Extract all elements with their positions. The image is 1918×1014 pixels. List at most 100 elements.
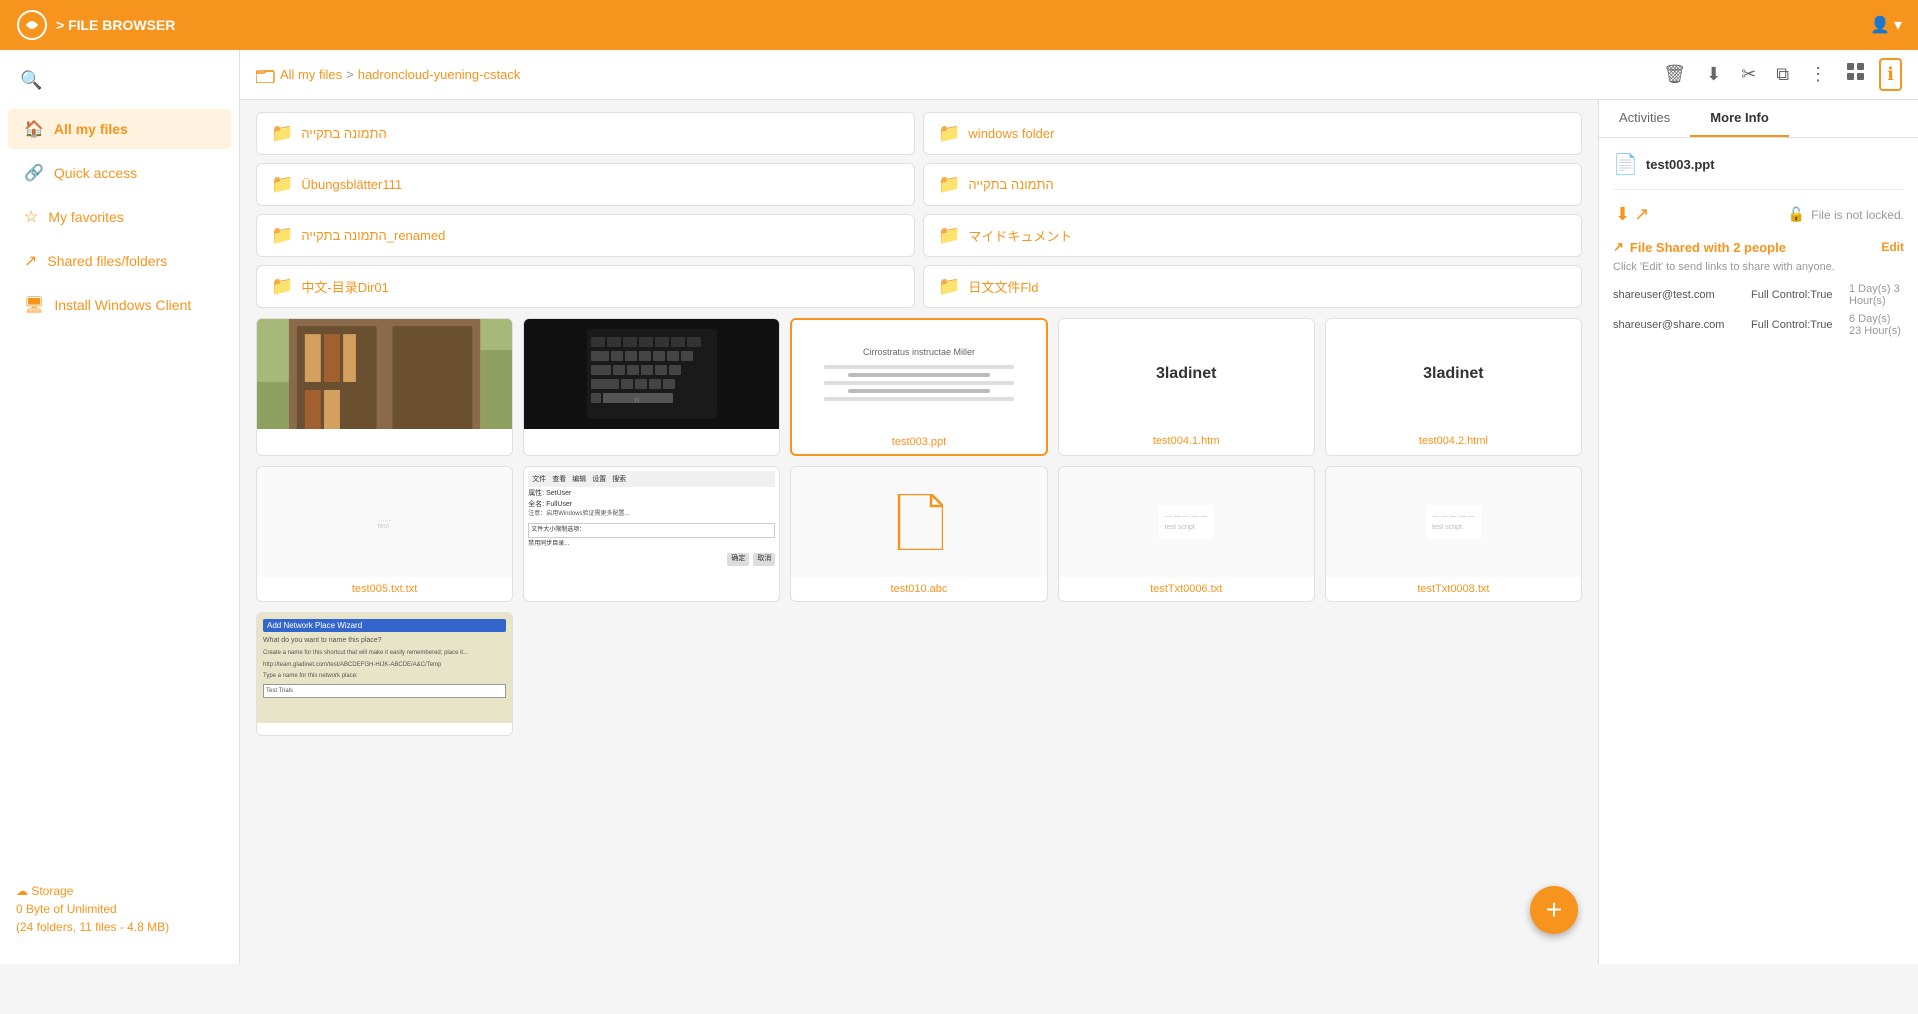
share-section-title: File Shared with 2 people [1630, 240, 1786, 255]
file-name [648, 429, 656, 441]
grid-view-button[interactable] [1841, 59, 1871, 90]
file-thumbnail-txttxt6: — — — — — test script [1059, 467, 1314, 577]
more-button[interactable]: ⋮ [1803, 60, 1833, 89]
user-chevron-icon: ▾ [1894, 15, 1902, 35]
fab-add-button[interactable]: + [1530, 886, 1578, 934]
file-name-chinese [648, 577, 656, 589]
quick-access-icon: 🔗 [24, 163, 44, 183]
share-people-icon: ↗ [1613, 239, 1624, 255]
file-name-test003: test003.ppt [888, 430, 950, 454]
folder-item[interactable]: 📁 マイドキュメント [923, 214, 1582, 257]
file-item-chinese[interactable]: 文件查看编辑设置搜索 属性: SetUser 全名: FullUser 注意：启… [523, 466, 780, 602]
info-file-name: test003.ppt [1646, 157, 1715, 172]
copy-button[interactable]: ⧉ [1770, 60, 1795, 89]
sidebar-label-quick-access: Quick access [54, 165, 137, 181]
file-name [381, 429, 389, 441]
folder-item[interactable]: 📁 中文-目录Dir01 [256, 265, 915, 308]
folder-item[interactable]: 📁 התמונה בתקייה [256, 112, 915, 155]
file-item-dialog[interactable]: Add Network Place Wizard What do you wan… [256, 612, 513, 736]
home-icon: 🏠 [24, 119, 44, 139]
breadcrumb-separator: > [346, 67, 354, 82]
file-item[interactable] [256, 318, 513, 456]
storage-info: (24 folders, 11 files - 4.8 MB) [16, 918, 223, 936]
folder-grid: 📁 התמונה בתקייה 📁 windows folder 📁 Übung… [256, 112, 1582, 308]
info-button[interactable]: ℹ [1879, 58, 1902, 91]
main-area: All my files > hadroncloud-yuening-cstac… [240, 50, 1918, 964]
folder-item[interactable]: 📁 התמונה בתקייה [923, 163, 1582, 206]
share-time-2: 6 Day(s) 23 Hour(s) [1849, 313, 1904, 337]
share-edit-link[interactable]: Edit [1881, 240, 1904, 254]
info-file-icon: 📄 [1613, 152, 1638, 177]
lock-status: File is not locked. [1811, 208, 1904, 222]
cut-button[interactable]: ✂ [1735, 60, 1762, 89]
header-user[interactable]: 👤 ▾ [1870, 15, 1902, 35]
folder-name: התמונה בתקייה [968, 177, 1053, 192]
folder-name: התמונה בתקייה_renamed [301, 228, 445, 243]
breadcrumb-root[interactable]: All my files [280, 67, 342, 82]
file-name-test004-2: test004.2.html [1415, 429, 1492, 453]
share-time-1: 1 Day(s) 3 Hour(s) [1849, 283, 1904, 307]
info-panel: Activities More Info 📄 test003.ppt ⬇ ↗ � [1598, 100, 1918, 964]
delete-button[interactable]: 🗑 [1657, 60, 1692, 89]
folder-item[interactable]: 📁 התמונה בתקייה_renamed [256, 214, 915, 257]
header: > FILE BROWSER 👤 ▾ [0, 0, 1918, 50]
share-email-1: shareuser@test.com [1613, 289, 1743, 301]
folder-icon: 📁 [938, 174, 960, 195]
tab-activities[interactable]: Activities [1599, 100, 1690, 137]
file-item-txttxt8[interactable]: — — — — — test script testTxt0008.txt [1325, 466, 1582, 602]
breadcrumb-path: hadroncloud-yuening-cstack [358, 67, 521, 82]
file-item-test010[interactable]: test010.abc [790, 466, 1047, 602]
folder-icon: 📁 [271, 123, 293, 144]
file-thumbnail-gladinet1: 3ladinet [1059, 319, 1314, 429]
header-title: > FILE BROWSER [56, 17, 175, 33]
folder-item[interactable]: 📁 日文文件Fld [923, 265, 1582, 308]
share-perm-2: Full Control:True [1751, 319, 1841, 331]
tab-more-info[interactable]: More Info [1690, 100, 1789, 137]
storage-detail: 0 Byte of Unlimited [16, 900, 223, 918]
sidebar-label-all-my-files: All my files [54, 121, 128, 137]
folder-name: windows folder [968, 126, 1054, 141]
sidebar-item-shared-files[interactable]: ↗ Shared files/folders [8, 241, 231, 281]
grid-icon [1847, 63, 1865, 81]
download-button[interactable]: ⬇ [1700, 60, 1727, 89]
file-name-txttxt6: testTxt0006.txt [1146, 577, 1226, 601]
file-item[interactable]: N [523, 318, 780, 456]
folder-name: マイドキュメント [968, 226, 1072, 245]
sidebar-item-install-windows[interactable]: 🖥 Install Windows Client [8, 285, 231, 325]
file-item-test004-1[interactable]: 3ladinet test004.1.htm [1058, 318, 1315, 456]
info-actions-row: ⬇ ↗ 🔓 File is not locked. [1613, 202, 1904, 227]
file-name-dialog [381, 723, 389, 735]
file-thumbnail-txt5: ...... test [257, 467, 512, 577]
storage-icon: ☁ Storage [16, 882, 223, 900]
info-tabs: Activities More Info [1599, 100, 1918, 138]
user-icon: 👤 [1870, 15, 1890, 35]
file-name-txttxt8: testTxt0008.txt [1413, 577, 1493, 601]
windows-icon: 🖥 [24, 295, 44, 315]
share-email-2: shareuser@share.com [1613, 319, 1743, 331]
sidebar-item-my-favorites[interactable]: ☆ My favorites [8, 197, 231, 237]
file-generic-icon [895, 494, 943, 550]
file-item-txttxt6[interactable]: — — — — — test script testTxt0006.txt [1058, 466, 1315, 602]
search-button[interactable]: 🔍 [16, 66, 46, 95]
file-item-test003[interactable]: Cirrostratus instructae Miller test003.p… [790, 318, 1047, 456]
folder-icon: 📁 [271, 225, 293, 246]
info-share-button[interactable]: ↗ [1632, 202, 1651, 227]
file-name-test010: test010.abc [887, 577, 952, 601]
file-name-test005: test005.txt.txt [348, 577, 421, 601]
sidebar-item-all-my-files[interactable]: 🏠 All my files [8, 109, 231, 149]
sidebar-label-install-windows: Install Windows Client [54, 297, 191, 313]
folder-name: 中文-目录Dir01 [301, 277, 388, 296]
file-item-test004-2[interactable]: 3ladinet test004.2.html [1325, 318, 1582, 456]
file-item-test005[interactable]: ...... test test005.txt.txt [256, 466, 513, 602]
file-thumbnail-txttxt8: — — — — — test script [1326, 467, 1581, 577]
sidebar-label-favorites: My favorites [48, 209, 123, 225]
file-grid: N Cirrostratus instructae Miller [256, 318, 1582, 736]
sidebar-item-quick-access[interactable]: 🔗 Quick access [8, 153, 231, 193]
share-row-2: shareuser@share.com Full Control:True 6 … [1613, 313, 1904, 337]
folder-item[interactable]: 📁 windows folder [923, 112, 1582, 155]
breadcrumb: All my files > hadroncloud-yuening-cstac… [256, 67, 520, 83]
folder-icon: 📁 [938, 123, 960, 144]
sidebar-search-container: 🔍 [0, 66, 239, 107]
info-download-button[interactable]: ⬇ [1613, 202, 1632, 227]
folder-item[interactable]: 📁 Übungsblätter111 [256, 163, 915, 206]
